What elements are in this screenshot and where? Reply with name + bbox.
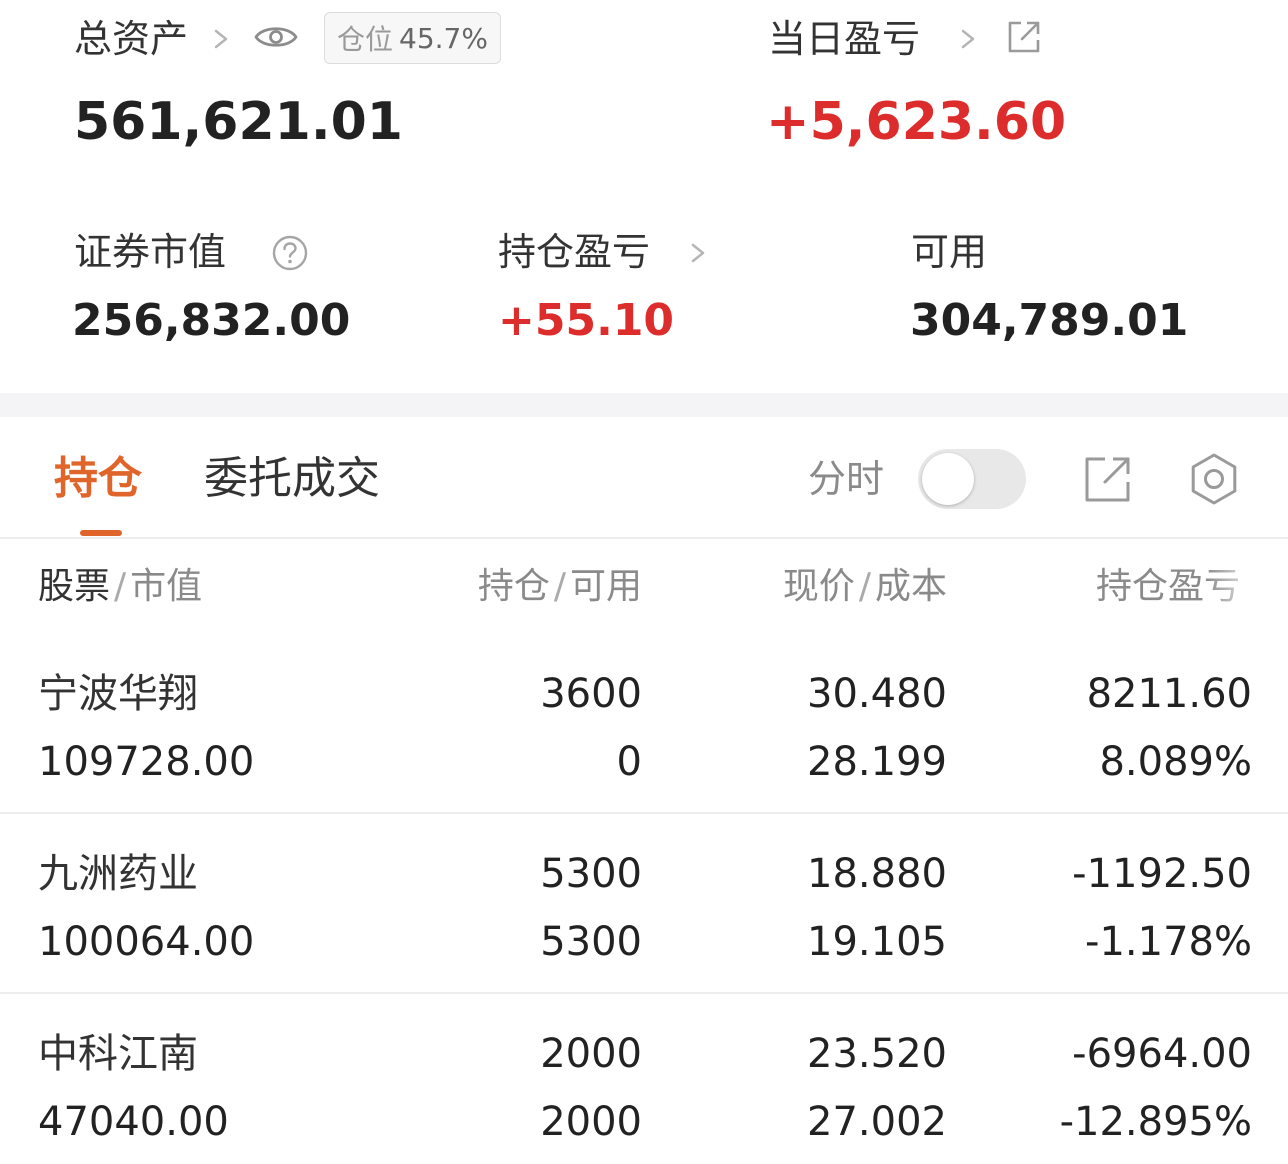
market-value-label: 证券市值 [74,230,227,274]
row-available: 5300 [540,919,642,965]
row-pnl: -6964.00 [1072,1031,1252,1077]
market-value-value: 256,832.00 [72,295,351,346]
row-price: 30.480 [807,671,947,717]
timeshare-label: 分时 [808,457,885,501]
holding-pnl-value: +55.10 [498,295,675,346]
row-price: 18.880 [807,851,947,897]
section-divider [0,393,1288,417]
header-cost: 成本 [874,566,947,607]
header-price: 现价 [782,566,855,607]
daily-pnl-label[interactable]: 当日盈亏 [768,20,920,58]
chevron-right-icon[interactable] [687,236,709,270]
chevron-right-icon[interactable] [957,22,979,56]
row-position: 2000 [540,1031,642,1077]
position-ratio-value: 45.7% [399,21,488,55]
row-market-value: 47040.00 [38,1099,229,1145]
row-pnl: 8211.60 [1086,671,1252,717]
row-market-value: 100064.00 [38,919,255,965]
header-position: 持仓 [477,566,550,607]
help-icon[interactable] [271,234,309,272]
header-price-cost[interactable]: 现价 / 成本 [783,569,947,605]
row-divider [0,992,1288,994]
export-icon[interactable] [1083,454,1133,504]
row-market-value: 109728.00 [38,739,255,785]
eye-icon[interactable] [253,20,299,54]
tab-holdings[interactable]: 持仓 [54,457,142,501]
total-assets-label[interactable]: 总资产 [74,20,188,58]
row-pnl: -1192.50 [1072,851,1252,897]
timeshare-toggle[interactable] [918,449,1026,509]
total-assets-value: 561,621.01 [74,92,403,152]
row-pnl-percent: -1.178% [1085,919,1252,965]
row-cost: 27.002 [807,1099,947,1145]
tab-active-indicator [80,530,122,536]
available-label: 可用 [911,230,988,274]
share-icon[interactable] [1005,18,1043,56]
row-cost: 19.105 [807,919,947,965]
header-stock: 股票 [38,566,111,607]
header-fade-overlay [1205,560,1265,620]
toggle-knob [922,453,974,505]
row-pnl-percent: -12.895% [1059,1099,1252,1145]
row-position: 5300 [540,851,642,897]
row-divider [0,812,1288,814]
header-market-value: 市值 [130,566,203,607]
row-available: 2000 [540,1099,642,1145]
tab-orders[interactable]: 委托成交 [204,457,380,501]
row-position: 3600 [540,671,642,717]
position-ratio-badge: 仓位 45.7% [324,12,501,64]
holding-pnl-label[interactable]: 持仓盈亏 [498,233,650,271]
row-pnl-percent: 8.089% [1099,739,1252,785]
position-ratio-label: 仓位 [337,23,394,56]
header-stock-market-value[interactable]: 股票 / 市值 [38,569,202,605]
row-cost: 28.199 [807,739,947,785]
daily-pnl-value: +5,623.60 [766,92,1067,152]
row-price: 23.520 [807,1031,947,1077]
available-value: 304,789.01 [910,295,1189,346]
settings-gear-icon[interactable] [1186,451,1242,507]
chevron-right-icon[interactable] [210,22,232,56]
header-available: 可用 [569,566,642,607]
row-stock-name: 宁波华翔 [38,671,198,717]
tabs-divider [0,537,1288,539]
header-position-available[interactable]: 持仓 / 可用 [478,569,642,605]
row-stock-name: 九洲药业 [38,851,198,897]
row-stock-name: 中科江南 [38,1031,198,1077]
row-available: 0 [616,739,642,785]
